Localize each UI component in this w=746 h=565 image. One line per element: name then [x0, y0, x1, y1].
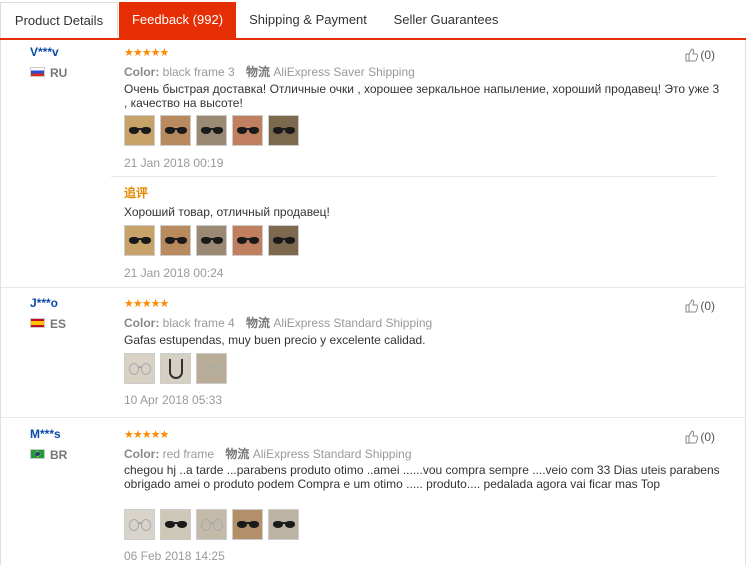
reviewer-name[interactable]: M***s: [30, 427, 61, 441]
review-photos: [124, 509, 299, 540]
review-photo[interactable]: [232, 225, 263, 256]
reviewer-country: ES: [50, 317, 67, 331]
color-key: Color:: [124, 316, 160, 330]
review-photos: [124, 353, 227, 384]
review-photo[interactable]: [268, 115, 299, 146]
review-photo[interactable]: [196, 225, 227, 256]
review-photo[interactable]: [196, 353, 227, 384]
order-attributes: Color: black frame 4 物流 AliExpress Stand…: [124, 314, 432, 331]
color-value: red frame: [162, 447, 215, 461]
review-photo[interactable]: [124, 225, 155, 256]
review-text: Gafas estupendas, muy buen precio y exce…: [124, 333, 426, 347]
logistics-key: 物流: [246, 65, 271, 79]
like-count: (0): [700, 430, 715, 444]
star-rating: ★★★★★: [124, 46, 169, 59]
review-photo[interactable]: [160, 509, 191, 540]
feedback-list: V***v RU ★★★★★ (0) Color: black frame 3 …: [0, 40, 746, 565]
logistics-key: 物流: [225, 447, 250, 461]
reviewer-name[interactable]: J***o: [30, 296, 58, 310]
logistics-value: AliExpress Standard Shipping: [252, 447, 412, 461]
review-photo[interactable]: [160, 353, 191, 384]
reviewer-name[interactable]: V***v: [30, 45, 59, 59]
review-photo[interactable]: [196, 509, 227, 540]
star-rating: ★★★★★: [124, 428, 169, 441]
followup-text: Хороший товар, отличный продавец!: [124, 205, 330, 219]
thumbs-up-icon: [685, 48, 699, 62]
review-photo[interactable]: [232, 509, 263, 540]
review-photo[interactable]: [196, 115, 227, 146]
tab-bar: Product Details Feedback (992) Shipping …: [0, 0, 746, 40]
color-key: Color:: [124, 65, 160, 79]
logistics-value: AliExpress Standard Shipping: [273, 316, 433, 330]
divider: [111, 176, 717, 177]
brazil-flag-icon: [30, 449, 45, 459]
followup-photos: [124, 225, 299, 256]
review-photo[interactable]: [268, 509, 299, 540]
order-attributes: Color: black frame 3 物流 AliExpress Saver…: [124, 63, 415, 80]
color-key: Color:: [124, 447, 160, 461]
logistics-value: AliExpress Saver Shipping: [273, 65, 415, 79]
reviewer-country: RU: [50, 66, 68, 80]
review-text: Очень быстрая доставка! Отличные очки , …: [124, 82, 720, 110]
review-photo[interactable]: [268, 225, 299, 256]
followup-label: 追评: [124, 186, 149, 200]
review-text: chegou hj ..a tarde ...parabens produto …: [124, 463, 720, 491]
review-photo[interactable]: [160, 225, 191, 256]
review-date: 06 Feb 2018 14:25: [124, 549, 225, 563]
logistics-key: 物流: [246, 316, 271, 330]
russia-flag-icon: [30, 67, 45, 77]
tab-feedback[interactable]: Feedback (992): [119, 2, 236, 38]
tab-seller-guarantees[interactable]: Seller Guarantees: [384, 2, 508, 38]
reviewer-country: BR: [50, 448, 68, 462]
review-separator: [1, 417, 745, 418]
like-count: (0): [700, 299, 715, 313]
review-photo[interactable]: [124, 115, 155, 146]
followup-date: 21 Jan 2018 00:24: [124, 266, 224, 280]
review-photos: [124, 115, 299, 146]
review-separator: [1, 287, 745, 288]
like-button[interactable]: (0): [685, 430, 715, 444]
review-photo[interactable]: [232, 115, 263, 146]
spain-flag-icon: [30, 318, 45, 328]
tab-product-details[interactable]: Product Details: [0, 2, 118, 38]
order-attributes: Color: red frame 物流 AliExpress Standard …: [124, 445, 412, 462]
like-count: (0): [700, 48, 715, 62]
thumbs-up-icon: [685, 430, 699, 444]
like-button[interactable]: (0): [685, 299, 715, 313]
thumbs-up-icon: [685, 299, 699, 313]
star-rating: ★★★★★: [124, 297, 169, 310]
review-photo[interactable]: [124, 509, 155, 540]
review-photo[interactable]: [160, 115, 191, 146]
color-value: black frame 3: [162, 65, 235, 79]
review-date: 21 Jan 2018 00:19: [124, 156, 224, 170]
color-value: black frame 4: [162, 316, 235, 330]
review-date: 10 Apr 2018 05:33: [124, 393, 223, 407]
like-button[interactable]: (0): [685, 48, 715, 62]
tab-shipping-payment[interactable]: Shipping & Payment: [240, 2, 376, 38]
review-photo[interactable]: [124, 353, 155, 384]
